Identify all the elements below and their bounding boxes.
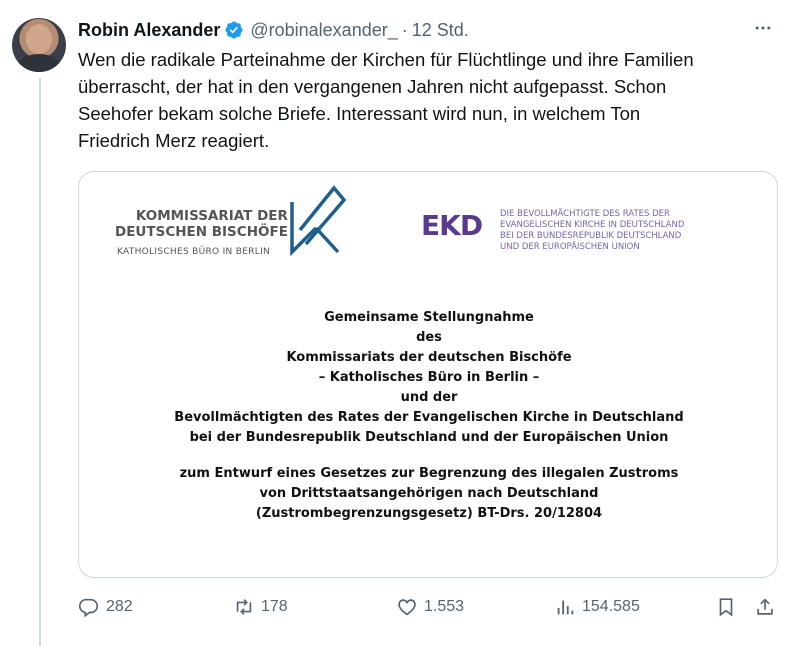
repost-button[interactable]: 178 bbox=[233, 594, 288, 620]
tweet-time[interactable]: 12 Std. bbox=[412, 20, 469, 41]
author-handle[interactable]: @robinalexander_ bbox=[250, 20, 397, 41]
avatar[interactable] bbox=[12, 18, 66, 72]
doc-line: – Katholisches Büro in Berlin – bbox=[318, 370, 540, 385]
doc-line: und der bbox=[400, 390, 458, 405]
doc-line: Bevollmächtigten des Rates der Evangelis… bbox=[174, 410, 684, 425]
doc-line: (Zustrombegrenzungsgesetz) BT-Drs. 20/12… bbox=[255, 506, 603, 521]
views-count: 154.585 bbox=[582, 598, 640, 615]
tweet-text-line: Seehofer bekam solche Briefe. Interessan… bbox=[78, 103, 641, 124]
doc-line: zum Entwurf eines Gesetzes zur Begrenzun… bbox=[179, 466, 679, 481]
ekd-text-line: DIE BEVOLLMÄCHTIGTE DES RATES DER bbox=[500, 209, 670, 219]
views-button[interactable]: 154.585 bbox=[554, 594, 640, 620]
tweet-actions: 282 178 1.553 154.585 bbox=[78, 594, 778, 620]
doc-line: Gemeinsame Stellungnahme bbox=[324, 310, 534, 325]
verified-badge-icon bbox=[225, 21, 243, 39]
bookmark-icon[interactable] bbox=[715, 596, 737, 618]
kb-title: KOMMISSARIAT DER DEUTSCHEN BISCHÖFE bbox=[115, 208, 288, 240]
separator-dot: · bbox=[401, 19, 408, 40]
heart-icon bbox=[398, 599, 416, 616]
doc-line: des bbox=[416, 330, 442, 345]
tweet-media-image[interactable]: KOMMISSARIAT DER DEUTSCHEN BISCHÖFE KATH… bbox=[78, 171, 778, 578]
reply-icon bbox=[79, 598, 99, 618]
ekd-logo: EKD bbox=[421, 209, 483, 242]
thread-line bbox=[39, 78, 41, 646]
views-icon bbox=[557, 600, 574, 615]
ekd-text-line: UND DER EUROPÄISCHEN UNION bbox=[500, 242, 640, 252]
ekd-text-line: EVANGELISCHEN KIRCHE IN DEUTSCHLAND bbox=[500, 220, 685, 230]
ekd-text-line: BEI DER BUNDESREPUBLIK DEUTSCHLAND bbox=[500, 231, 682, 241]
like-count: 1.553 bbox=[424, 598, 465, 615]
doc-line: von Drittstaatsangehörigen nach Deutschl… bbox=[259, 486, 599, 501]
reply-button[interactable]: 282 bbox=[78, 594, 133, 620]
doc-line: bei der Bundesrepublik Deutschland und d… bbox=[189, 430, 669, 445]
more-icon[interactable] bbox=[751, 16, 775, 40]
reply-count: 282 bbox=[106, 598, 133, 615]
tweet-text-line: Friedrich Merz reagiert. bbox=[78, 130, 270, 151]
like-button[interactable]: 1.553 bbox=[396, 594, 464, 620]
tweet-text: Wen die radikale Parteinahme der Kirchen… bbox=[78, 46, 778, 154]
repost-count: 178 bbox=[261, 598, 288, 615]
kb-title-line: KOMMISSARIAT DER bbox=[135, 208, 288, 224]
tweet-text-line: Wen die radikale Parteinahme der Kirchen… bbox=[78, 49, 694, 70]
document-text: Gemeinsame Stellungnahme des Kommissaria… bbox=[79, 308, 777, 524]
kb-logo-icon bbox=[290, 185, 347, 256]
kb-title-line: DEUTSCHEN BISCHÖFE bbox=[115, 224, 288, 240]
doc-line: Kommissariats der deutschen Bischöfe bbox=[286, 350, 572, 365]
kb-subtitle: KATHOLISCHES BÜRO IN BERLIN bbox=[117, 247, 271, 257]
ekd-text: DIE BEVOLLMÄCHTIGTE DES RATES DER EVANGE… bbox=[500, 209, 684, 253]
tweet-header: Robin Alexander @robinalexander_ · 12 St… bbox=[78, 18, 469, 42]
author-name[interactable]: Robin Alexander bbox=[78, 20, 220, 41]
tweet-text-line: überrascht, der hat in den vergangenen J… bbox=[78, 76, 667, 97]
repost-icon bbox=[236, 599, 252, 615]
share-icon[interactable] bbox=[754, 596, 776, 618]
